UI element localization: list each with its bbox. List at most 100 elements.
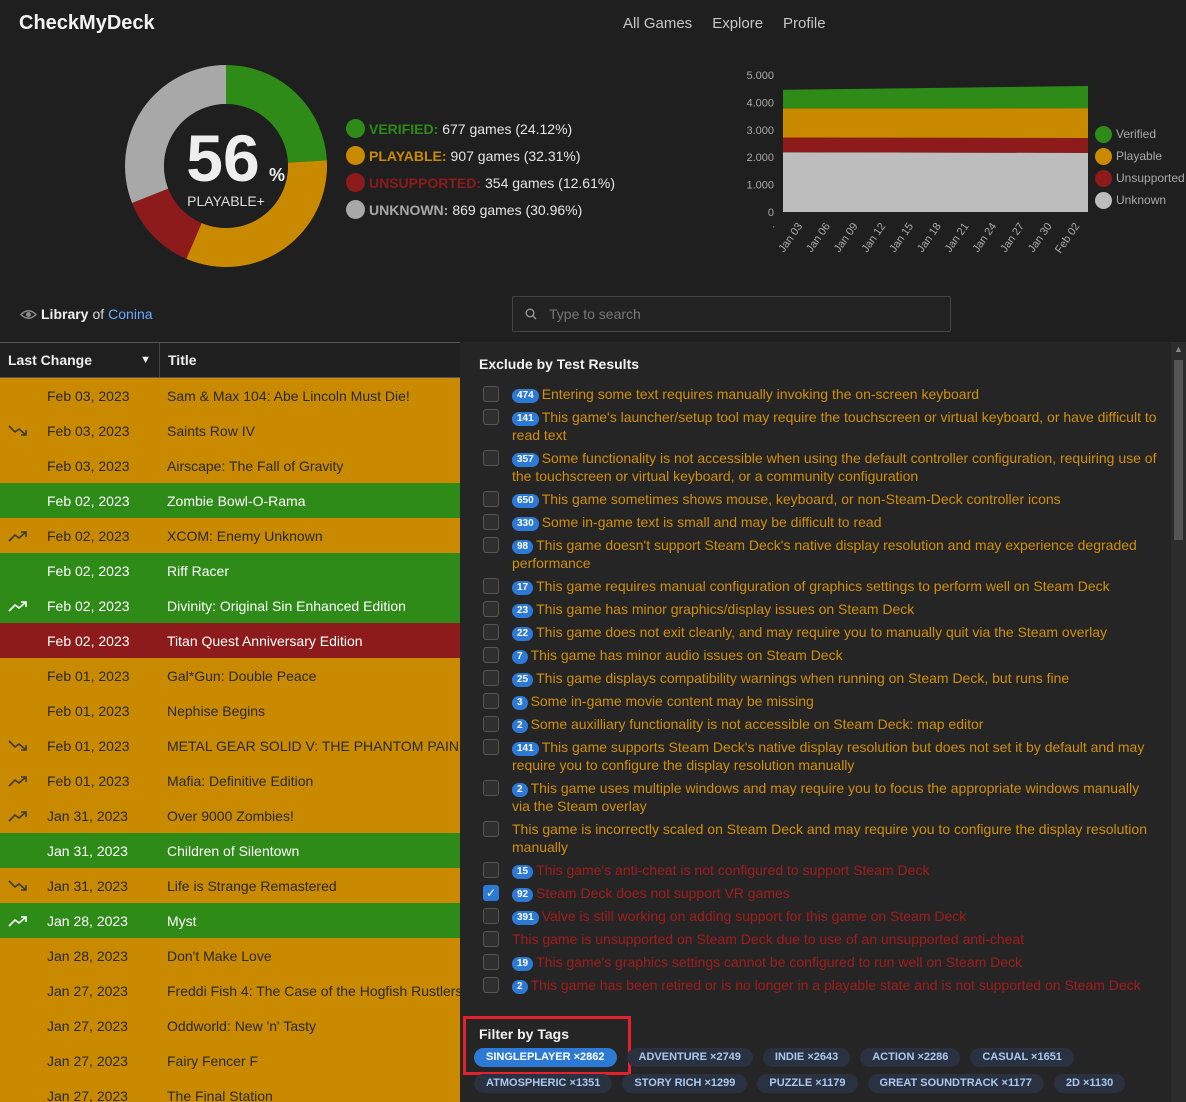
filter-scrollbar[interactable]: ▲	[1171, 342, 1186, 1102]
area-series-unsupported[interactable]	[783, 137, 1088, 153]
table-row[interactable]: Jan 28, 2023 Don't Make Love	[0, 938, 460, 973]
title-header[interactable]: Title	[160, 343, 197, 377]
exclude-item[interactable]: 141 This game supports Steam Deck's nativ…	[483, 738, 1159, 774]
legend-unknown[interactable]: UNKNOWN: 869 games (30.96%)	[346, 196, 615, 223]
exclude-item[interactable]: 357 Some functionality is not accessible …	[483, 449, 1159, 485]
row-title[interactable]: Myst	[160, 913, 460, 929]
eye-icon[interactable]	[20, 309, 37, 320]
table-row[interactable]: Feb 02, 2023 Divinity: Original Sin Enhan…	[0, 588, 460, 623]
exclude-item[interactable]: 2 This game has been retired or is no lon…	[483, 976, 1159, 994]
exclude-item[interactable]: 23 This game has minor graphics/display i…	[483, 600, 1159, 618]
sort-caret-icon[interactable]: ▼	[140, 354, 151, 366]
exclude-item[interactable]: This game is incorrectly scaled on Steam…	[483, 820, 1159, 856]
table-row[interactable]: Jan 27, 2023 Oddworld: New 'n' Tasty	[0, 1008, 460, 1043]
row-title[interactable]: Riff Racer	[160, 563, 460, 579]
row-title[interactable]: Life is Strange Remastered	[160, 878, 460, 894]
exclude-checkbox[interactable]	[483, 386, 499, 402]
scroll-thumb[interactable]	[1174, 360, 1183, 540]
table-row[interactable]: Feb 02, 2023 Riff Racer	[0, 553, 460, 588]
exclude-item[interactable]: 2 This game uses multiple windows and may…	[483, 779, 1159, 815]
row-title[interactable]: Titan Quest Anniversary Edition	[160, 633, 460, 649]
exclude-checkbox[interactable]	[483, 716, 499, 732]
exclude-item[interactable]: 98 This game doesn't support Steam Deck's…	[483, 536, 1159, 572]
exclude-checkbox[interactable]	[483, 739, 499, 755]
nav-explore[interactable]: Explore	[712, 15, 763, 32]
exclude-checkbox[interactable]	[483, 450, 499, 466]
row-title[interactable]: Don't Make Love	[160, 948, 460, 964]
tag-chip[interactable]: GREAT SOUNDTRACK ×1177	[867, 1074, 1044, 1093]
area-series-playable[interactable]	[783, 108, 1088, 139]
table-row[interactable]: Feb 02, 2023 Titan Quest Anniversary Edit…	[0, 623, 460, 658]
row-title[interactable]: Children of Silentown	[160, 843, 460, 859]
exclude-item[interactable]: ✓ 92 Steam Deck does not support VR games	[483, 884, 1159, 902]
exclude-item[interactable]: 19 This game's graphics settings cannot b…	[483, 953, 1159, 971]
row-title[interactable]: Over 9000 Zombies!	[160, 808, 460, 824]
table-row[interactable]: Jan 31, 2023 Over 9000 Zombies!	[0, 798, 460, 833]
row-title[interactable]: METAL GEAR SOLID V: THE PHANTOM PAIN	[160, 738, 460, 754]
scroll-up-icon[interactable]: ▲	[1174, 344, 1183, 354]
exclude-item[interactable]: 22 This game does not exit cleanly, and m…	[483, 623, 1159, 641]
exclude-item[interactable]: 7 This game has minor audio issues on Ste…	[483, 646, 1159, 664]
table-row[interactable]: Feb 01, 2023 Mafia: Definitive Edition	[0, 763, 460, 798]
row-title[interactable]: XCOM: Enemy Unknown	[160, 528, 460, 544]
table-row[interactable]: Feb 01, 2023 Gal*Gun: Double Peace	[0, 658, 460, 693]
exclude-item[interactable]: 25 This game displays compatibility warni…	[483, 669, 1159, 687]
exclude-checkbox[interactable]	[483, 693, 499, 709]
row-title[interactable]: Zombie Bowl-O-Rama	[160, 493, 460, 509]
legend-verified[interactable]: VERIFIED: 677 games (24.12%)	[346, 115, 615, 142]
library-owner-link[interactable]: Conina	[108, 306, 152, 322]
nav-all-games[interactable]: All Games	[623, 15, 692, 32]
exclude-item[interactable]: 15 This game's anti-cheat is not configur…	[483, 861, 1159, 879]
exclude-checkbox[interactable]	[483, 514, 499, 530]
table-row[interactable]: Jan 31, 2023 Life is Strange Remastered	[0, 868, 460, 903]
exclude-item[interactable]: 3 Some in-game movie content may be missi…	[483, 692, 1159, 710]
table-row[interactable]: Jan 31, 2023 Children of Silentown	[0, 833, 460, 868]
tag-chip[interactable]: INDIE ×2643	[762, 1048, 851, 1067]
table-row[interactable]: Feb 03, 2023 Saints Row IV	[0, 413, 460, 448]
tag-chip[interactable]: CASUAL ×1651	[970, 1048, 1074, 1067]
exclude-checkbox[interactable]	[483, 578, 499, 594]
chart-legend-unsupported[interactable]: Unsupported	[1095, 167, 1185, 189]
exclude-item[interactable]: 141 This game's launcher/setup tool may r…	[483, 408, 1159, 444]
exclude-checkbox[interactable]	[483, 537, 499, 553]
table-row[interactable]: Feb 01, 2023 METAL GEAR SOLID V: THE PHAN…	[0, 728, 460, 763]
sort-last-change-header[interactable]: Last Change ▼	[0, 343, 160, 377]
exclude-checkbox[interactable]	[483, 670, 499, 686]
row-title[interactable]: Saints Row IV	[160, 423, 460, 439]
chart-legend-playable[interactable]: Playable	[1095, 145, 1185, 167]
exclude-item[interactable]: 330 Some in-game text is small and may be…	[483, 513, 1159, 531]
row-title[interactable]: Divinity: Original Sin Enhanced Edition	[160, 598, 460, 614]
legend-unsupported[interactable]: UNSUPPORTED: 354 games (12.61%)	[346, 169, 615, 196]
table-row[interactable]: Feb 03, 2023 Sam & Max 104: Abe Lincoln M…	[0, 378, 460, 413]
row-title[interactable]: Mafia: Definitive Edition	[160, 773, 460, 789]
exclude-checkbox[interactable]	[483, 491, 499, 507]
row-title[interactable]: Fairy Fencer F	[160, 1053, 460, 1069]
table-row[interactable]: Jan 27, 2023 Freddi Fish 4: The Case of t…	[0, 973, 460, 1008]
exclude-checkbox[interactable]	[483, 977, 499, 993]
row-title[interactable]: The Final Station	[160, 1088, 460, 1102]
row-title[interactable]: Sam & Max 104: Abe Lincoln Must Die!	[160, 388, 460, 404]
tag-chip[interactable]: STORY RICH ×1299	[622, 1074, 748, 1093]
exclude-checkbox[interactable]	[483, 601, 499, 617]
row-title[interactable]: Nephise Begins	[160, 703, 460, 719]
exclude-checkbox[interactable]: ✓	[483, 885, 499, 901]
chart-legend-verified[interactable]: Verified	[1095, 123, 1185, 145]
table-row[interactable]: Jan 27, 2023 The Final Station	[0, 1078, 460, 1102]
exclude-checkbox[interactable]	[483, 931, 499, 947]
exclude-item[interactable]: 474 Entering some text requires manually …	[483, 385, 1159, 403]
tag-chip[interactable]: ATMOSPHERIC ×1351	[474, 1074, 613, 1093]
search-box[interactable]	[512, 296, 951, 332]
row-title[interactable]: Gal*Gun: Double Peace	[160, 668, 460, 684]
exclude-item[interactable]: 2 Some auxilliary functionality is not ac…	[483, 715, 1159, 733]
exclude-checkbox[interactable]	[483, 624, 499, 640]
exclude-checkbox[interactable]	[483, 954, 499, 970]
nav-profile[interactable]: Profile	[783, 15, 826, 32]
tag-chip[interactable]: 2D ×1130	[1053, 1074, 1126, 1093]
table-row[interactable]: Feb 01, 2023 Nephise Begins	[0, 693, 460, 728]
table-row[interactable]: Feb 02, 2023 Zombie Bowl-O-Rama	[0, 483, 460, 518]
exclude-item[interactable]: This game is unsupported on Steam Deck d…	[483, 930, 1159, 948]
brand-logo[interactable]: CheckMyDeck	[19, 12, 155, 35]
row-title[interactable]: Freddi Fish 4: The Case of the Hogfish R…	[160, 983, 460, 999]
exclude-checkbox[interactable]	[483, 780, 499, 796]
tag-chip[interactable]: SINGLEPLAYER ×2862	[474, 1048, 617, 1067]
